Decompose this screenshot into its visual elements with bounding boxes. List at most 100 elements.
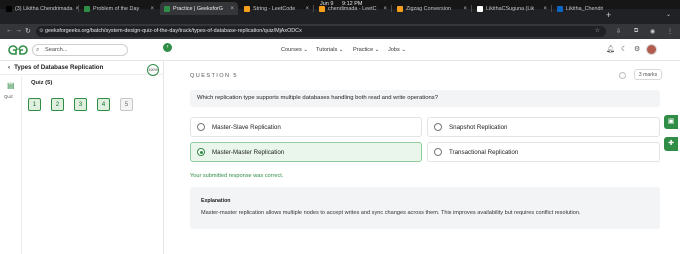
nav-practice[interactable]: Practice ⌄ (353, 47, 379, 53)
option-label: Snapshot Replication (449, 124, 508, 131)
close-tab-icon[interactable]: × (380, 6, 387, 12)
close-tab-icon[interactable]: × (227, 6, 234, 12)
quiz-question-button[interactable]: 2 (51, 98, 64, 111)
tab-label: Likitha_Chendrimada (566, 5, 603, 12)
option-label: Master-Master Replication (212, 149, 285, 156)
leetcode-icon (397, 5, 403, 12)
chat-icon[interactable]: ▣ (664, 115, 678, 129)
nav-jobs[interactable]: Jobs ⌄ (388, 47, 406, 53)
question-text: Which replication type supports multiple… (190, 90, 660, 107)
tab-separator (391, 5, 392, 12)
course-title-bar[interactable]: ‹ Types of Database Replication (0, 61, 164, 75)
browser-tab[interactable]: Problem of the Day × (80, 2, 158, 15)
tab-separator (78, 5, 79, 12)
browser-menu-icon[interactable]: ⋮ (667, 28, 673, 35)
result-status: Your submitted response was correct. (190, 173, 284, 179)
url-bar[interactable]: ⚙ geeksforgeeks.org/batch/system-design-… (36, 26, 606, 37)
reload-icon[interactable]: ↻ (25, 27, 31, 35)
search-placeholder: Search... (45, 47, 68, 53)
quiz-question-button[interactable]: 3 (74, 98, 87, 111)
notification-bell-icon[interactable]: 🔔︎ (606, 45, 615, 53)
linkedin-icon (557, 5, 563, 12)
question-panel: QUESTION 5 3 marks Which replication typ… (164, 61, 680, 254)
profile-icon[interactable]: ◉ (650, 28, 655, 35)
gfg-logo-icon[interactable] (8, 45, 28, 55)
bookmark-circle-icon[interactable] (619, 72, 626, 79)
radio-icon[interactable] (434, 148, 442, 156)
settings-gear-icon[interactable]: ⚙ (634, 45, 640, 53)
new-tab-button[interactable]: + (606, 10, 611, 20)
close-tab-icon[interactable]: × (302, 6, 309, 12)
option-2[interactable]: Snapshot Replication (427, 117, 660, 137)
option-1[interactable]: Master-Slave Replication (190, 117, 422, 137)
tab-search-chevron-icon[interactable]: ⌄ (666, 11, 671, 18)
quiz-question-button[interactable]: 1 (28, 98, 41, 111)
explanation-box: Explanation Master-master replication al… (190, 187, 660, 229)
url-text: geeksforgeeks.org/batch/system-design-qu… (45, 28, 302, 34)
site-header: ⌕ Search... Courses ⌄ Tutorials ⌄ Practi… (0, 39, 680, 61)
close-tab-icon[interactable]: × (147, 6, 154, 12)
quiz-question-button[interactable]: 5 (120, 98, 133, 111)
course-sidebar: ‹ Types of Database Replication 100% ▤ Qu… (0, 61, 164, 254)
tab-separator (551, 5, 552, 12)
rail-label: Quiz (4, 94, 14, 99)
quiz-question-button[interactable]: 4 (97, 98, 110, 111)
github-icon (477, 5, 483, 12)
web-page: ⌕ Search... Courses ⌄ Tutorials ⌄ Practi… (0, 39, 680, 254)
browser-tab[interactable]: (3) Likitha Chendrimada × (2, 2, 78, 15)
option-4[interactable]: Transactional Replication (427, 142, 660, 162)
marks-badge: 3 marks (634, 69, 662, 80)
site-info-icon[interactable]: ⚙ (39, 26, 43, 37)
extensions-icon[interactable]: ⧉ (634, 28, 638, 35)
browser-tab[interactable]: Zigzag Conversion × (393, 2, 471, 15)
gfg-icon (164, 5, 170, 12)
theme-toggle-icon[interactable]: ☾ (621, 45, 627, 53)
leetcode-icon (319, 5, 325, 12)
explanation-title: Explanation (201, 198, 231, 204)
tab-label: String - LeetCode (253, 5, 296, 12)
browser-tab[interactable]: Likitha_Chendrimada× (553, 2, 603, 15)
browser-tab[interactable]: chendimada - LeetC × (315, 2, 391, 15)
tab-label: chendimada - LeetC (328, 5, 377, 12)
option-label: Master-Slave Replication (212, 124, 281, 131)
forward-arrow-icon[interactable]: → (15, 27, 22, 34)
radio-icon[interactable] (434, 123, 442, 131)
leetcode-icon (244, 5, 250, 12)
radio-selected-icon[interactable] (197, 148, 205, 156)
user-avatar[interactable] (646, 44, 657, 55)
gfg-icon (84, 5, 90, 12)
add-note-icon[interactable]: ✚ (664, 137, 678, 151)
browser-tab[interactable]: Practice | GeeksforG × (160, 2, 238, 15)
chevron-left-icon[interactable]: ‹ (8, 64, 10, 71)
question-label: QUESTION 5 (190, 73, 238, 79)
close-tab-icon[interactable]: × (540, 6, 547, 12)
tab-label: Problem of the Day (93, 5, 140, 12)
download-icon[interactable]: ⇩ (616, 28, 621, 35)
course-title: Types of Database Replication (14, 64, 104, 71)
back-arrow-icon[interactable]: ← (6, 27, 13, 34)
browser-tab[interactable]: LikithaCSuguna (Lik × (473, 2, 551, 15)
tab-separator (313, 5, 314, 12)
tab-label: LikithaCSuguna (Lik (486, 5, 535, 12)
quiz-clipboard-icon[interactable]: ▤ (7, 81, 15, 90)
explanation-text: Master-master replication allows multipl… (201, 210, 581, 216)
tab-label: Practice | GeeksforG (173, 5, 223, 12)
tab-label: (3) Likitha Chendrimada (15, 5, 73, 12)
progress-ring: 100% (147, 64, 159, 76)
quiz-title: Quiz (5) (31, 80, 53, 86)
search-icon: ⌕ (36, 47, 40, 53)
content-type-rail: ▤ Quiz (0, 76, 22, 254)
tab-separator (471, 5, 472, 12)
x-logo-icon (6, 5, 12, 12)
nav-courses[interactable]: Courses ⌄ (281, 47, 308, 53)
radio-icon[interactable] (197, 123, 205, 131)
collapse-sidebar-button[interactable]: ‹ (163, 43, 172, 52)
tab-label: Zigzag Conversion (406, 5, 451, 12)
option-label: Transactional Replication (449, 149, 519, 156)
close-tab-icon[interactable]: × (460, 6, 467, 12)
nav-tutorials[interactable]: Tutorials ⌄ (316, 47, 344, 53)
browser-tab[interactable]: String - LeetCode × (240, 2, 313, 15)
bookmark-star-icon[interactable]: ☆ (595, 26, 600, 37)
search-input[interactable]: ⌕ Search... (32, 44, 128, 56)
option-3[interactable]: Master-Master Replication (190, 142, 422, 162)
